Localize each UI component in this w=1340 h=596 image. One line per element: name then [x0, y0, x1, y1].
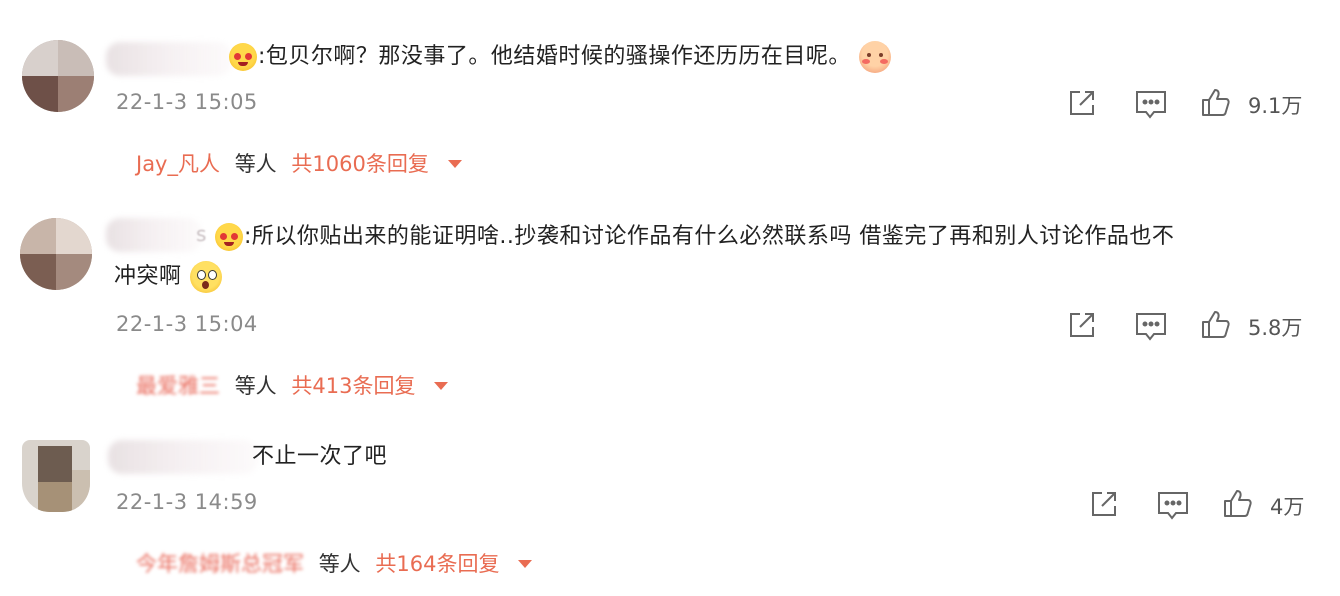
thumbs-up-icon: [1224, 490, 1252, 517]
reply-summary[interactable]: 今年詹姆斯总冠军 等人 共164条回复: [136, 548, 533, 578]
username-blurred[interactable]: [108, 440, 258, 474]
share-icon: [1092, 492, 1116, 516]
comment-body: 不止一次了吧: [252, 444, 388, 469]
comment-icon: [1158, 492, 1188, 520]
timestamp: 22-1-3 14:59: [116, 490, 258, 514]
share-button[interactable]: [1088, 488, 1120, 520]
reply-suffix: 等人: [318, 552, 361, 576]
caret-down-icon[interactable]: [518, 559, 533, 568]
comment-text: 不止一次了吧: [252, 438, 387, 475]
comment-button[interactable]: [1156, 489, 1190, 521]
like-count: 4万: [1270, 495, 1305, 519]
reply-count[interactable]: 共164条回复: [375, 552, 499, 576]
reply-username[interactable]: 今年詹姆斯总冠军: [136, 552, 304, 576]
like-button[interactable]: [1222, 487, 1254, 519]
avatar[interactable]: [22, 440, 90, 512]
comment-3: 不止一次了吧 22-1-3 14:59 4万 今年詹姆斯总冠军 等人 共164条…: [0, 0, 1340, 596]
